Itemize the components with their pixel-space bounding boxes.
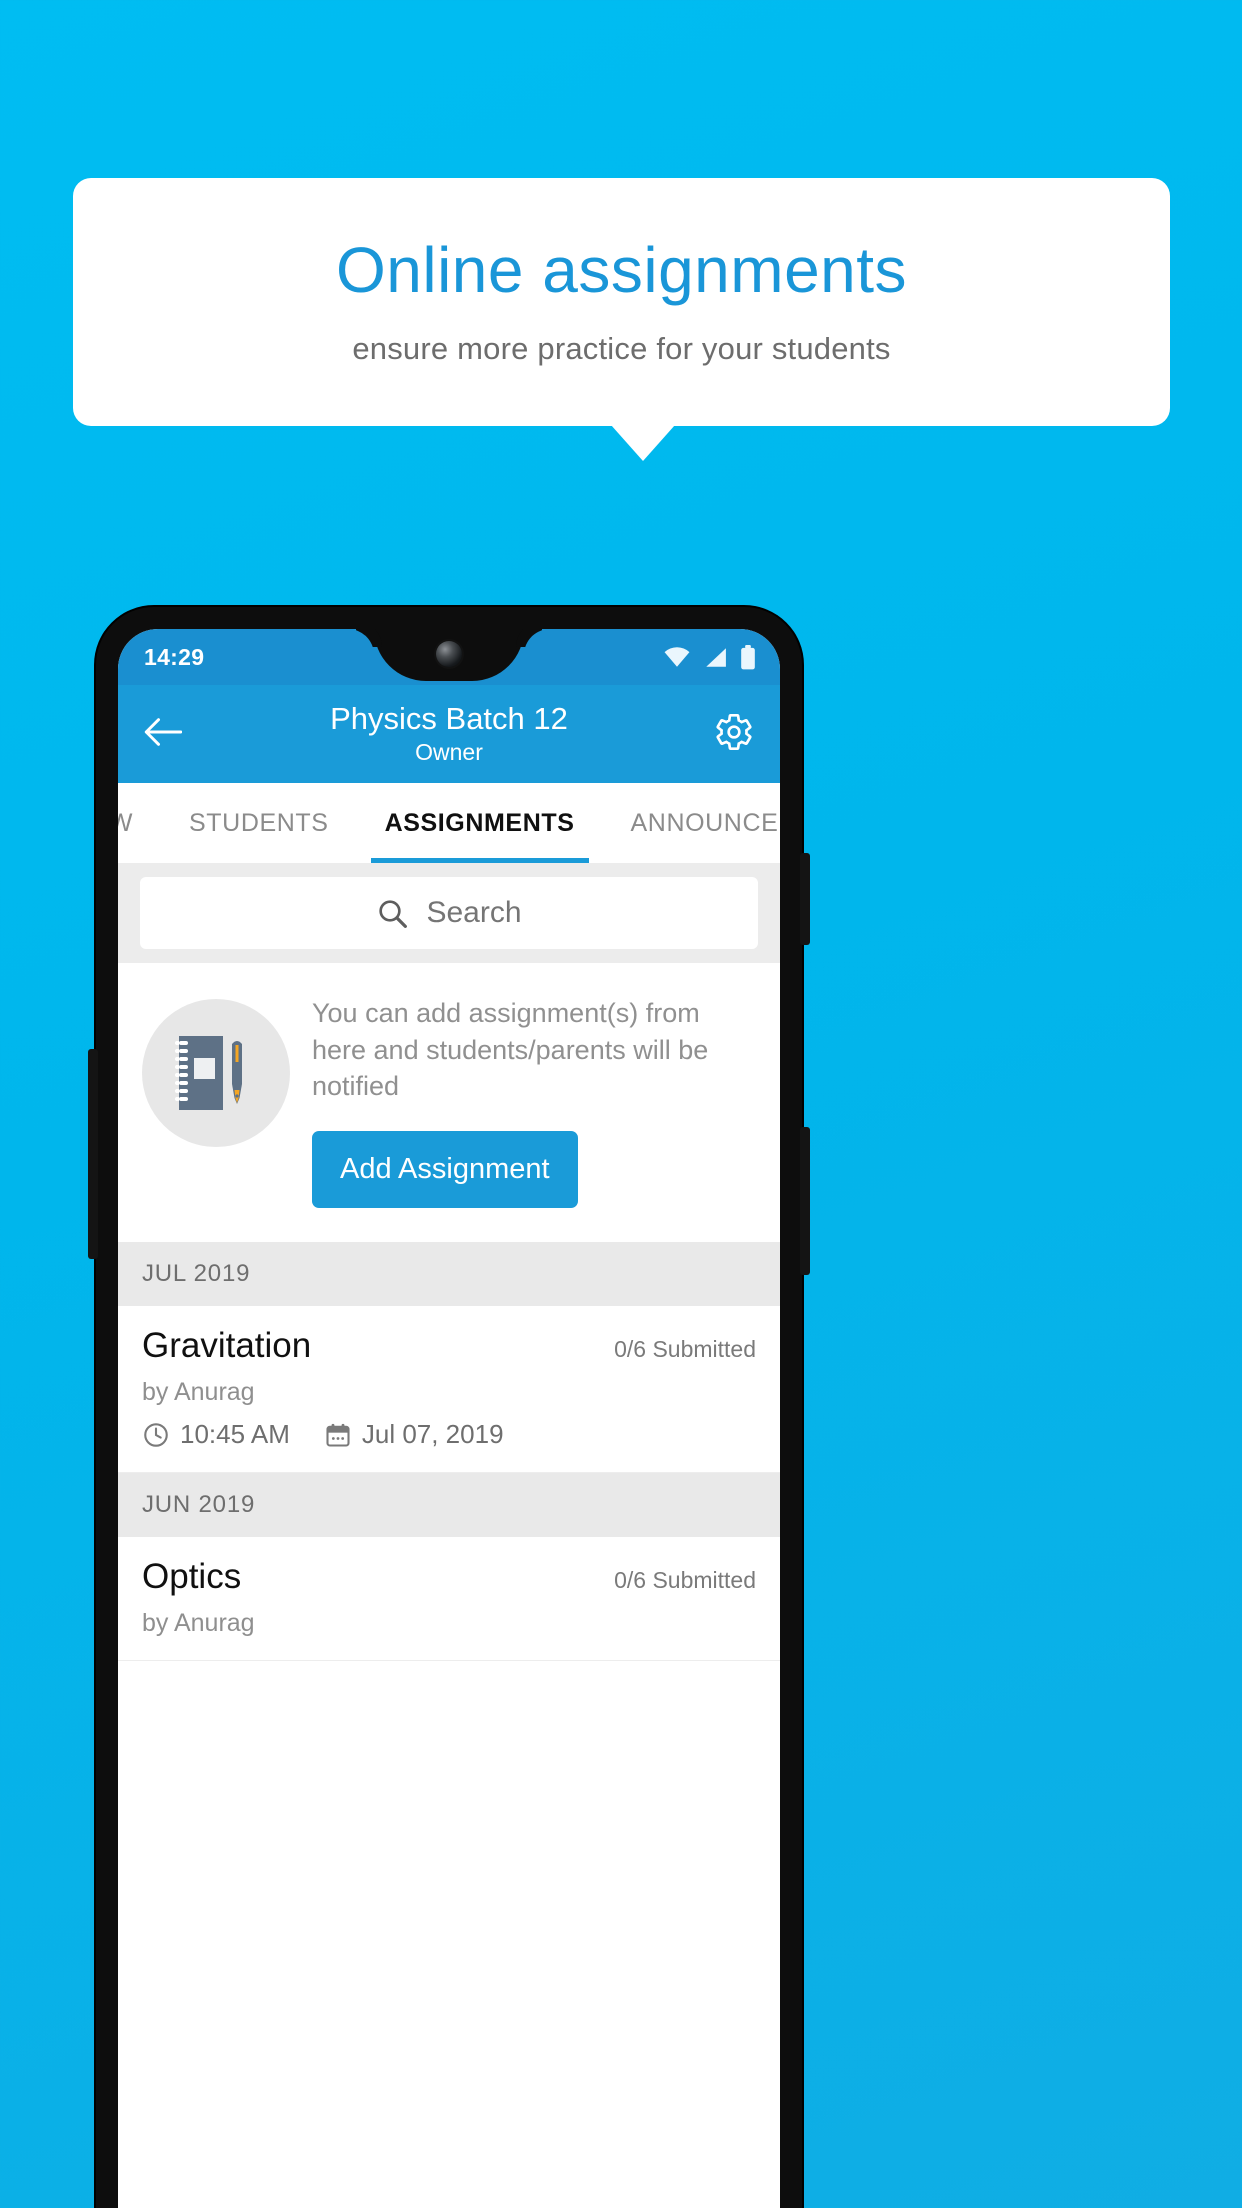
assignment-submitted-count: 0/6 Submitted <box>614 1336 756 1363</box>
promo-subtitle: ensure more practice for your students <box>352 330 891 366</box>
assignment-row[interactable]: Gravitation 0/6 Submitted by Anurag 10:4… <box>118 1306 780 1474</box>
assignment-time: 10:45 AM <box>180 1419 290 1450</box>
battery-icon <box>740 644 756 670</box>
front-camera <box>436 641 462 667</box>
power-button[interactable] <box>800 853 810 945</box>
add-assignment-button[interactable]: Add Assignment <box>312 1131 578 1209</box>
app-bar: Physics Batch 12 Owner <box>118 685 780 783</box>
assignment-row[interactable]: Optics 0/6 Submitted by Anurag <box>118 1537 780 1662</box>
search-placeholder: Search <box>426 896 522 929</box>
search-input[interactable]: Search <box>140 877 758 949</box>
clock-icon <box>142 1421 170 1449</box>
search-section: Search <box>118 863 780 963</box>
assignment-meta: 10:45 AM Jul 07, 2019 <box>142 1419 756 1450</box>
section-header-jul: JUL 2019 <box>118 1242 780 1307</box>
notebook-and-pen-icon <box>142 999 290 1147</box>
signal-icon <box>703 647 727 668</box>
assignment-submitted-count: 0/6 Submitted <box>614 1567 756 1594</box>
gear-icon[interactable] <box>714 712 754 757</box>
search-icon <box>376 897 408 929</box>
phone-screen: 14:29 Physics Batch 12 Owner W STUDENTS … <box>118 629 780 2208</box>
page-subtitle: Owner <box>415 738 483 765</box>
assignment-title: Optics <box>142 1557 242 1597</box>
tab-students[interactable]: STUDENTS <box>161 783 357 863</box>
tab-bar[interactable]: IEW STUDENTS ASSIGNMENTS ANNOUNCEMENTS <box>118 783 780 863</box>
assignment-date: Jul 07, 2019 <box>361 1419 504 1450</box>
status-bar-clock: 14:29 <box>144 643 205 670</box>
back-arrow-icon[interactable] <box>144 717 183 752</box>
promo-callout-card: Online assignments ensure more practice … <box>73 178 1170 426</box>
phone-device-frame: 14:29 Physics Batch 12 Owner W STUDENTS … <box>88 607 810 2208</box>
calendar-icon <box>324 1421 352 1449</box>
volume-button[interactable] <box>800 1127 810 1275</box>
assistant-button[interactable] <box>88 1049 98 1259</box>
status-bar: 14:29 <box>118 629 780 685</box>
assignment-author: by Anurag <box>142 1609 255 1638</box>
tab-overview[interactable]: IEW <box>118 783 161 863</box>
tab-announcements[interactable]: ANNOUNCEMENTS <box>603 783 780 863</box>
callout-tail <box>611 425 675 461</box>
empty-state-card: You can add assignment(s) from here and … <box>118 963 780 1243</box>
page-title: Physics Batch 12 <box>330 701 568 737</box>
assignment-author: by Anurag <box>142 1378 255 1407</box>
tab-assignments[interactable]: ASSIGNMENTS <box>357 783 603 863</box>
assignment-title: Gravitation <box>142 1326 312 1366</box>
empty-state-message: You can add assignment(s) from here and … <box>312 998 709 1102</box>
promo-title: Online assignments <box>335 234 908 307</box>
wifi-icon <box>664 647 690 667</box>
section-header-jun: JUN 2019 <box>118 1473 780 1538</box>
